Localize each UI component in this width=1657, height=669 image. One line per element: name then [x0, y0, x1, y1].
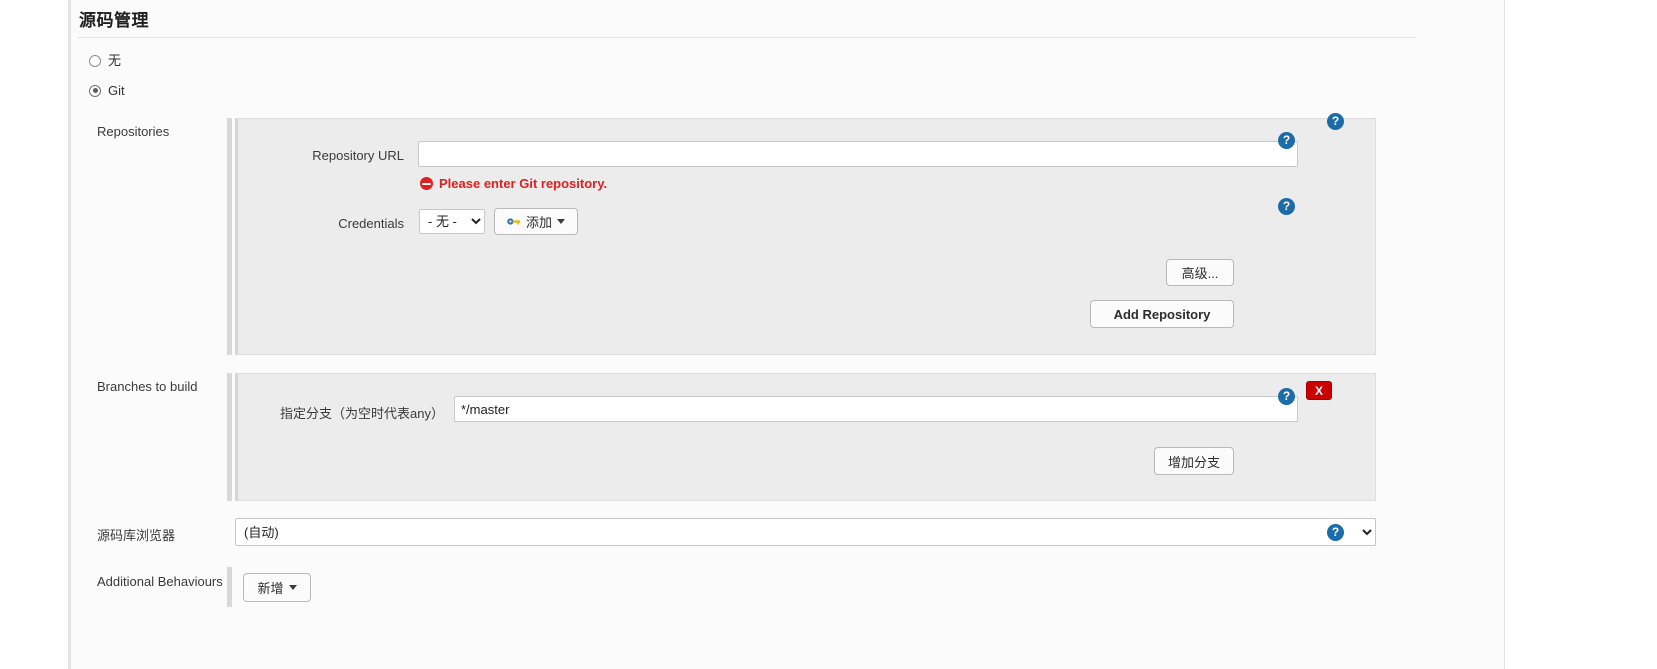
- add-behaviour-button[interactable]: 新增: [243, 573, 311, 602]
- chevron-down-icon: [288, 585, 297, 590]
- repositories-help-icon[interactable]: ?: [1327, 113, 1344, 130]
- scm-option-none[interactable]: 无: [89, 54, 121, 67]
- repository-url-help-icon[interactable]: ?: [1278, 132, 1295, 149]
- error-circle-icon: [420, 177, 433, 190]
- right-blank-area: [1506, 0, 1657, 669]
- credentials-select[interactable]: - 无 -: [419, 209, 485, 234]
- scm-configuration-page: 源码管理 无 Git Repositories Repository URL P…: [0, 0, 1657, 669]
- title-divider: [78, 37, 1416, 38]
- branches-group-tick: [227, 373, 232, 501]
- credentials-label: Credentials: [338, 216, 404, 231]
- page-title: 源码管理: [79, 11, 149, 30]
- add-credentials-button[interactable]: 添加: [494, 208, 579, 235]
- repository-url-error-text: Please enter Git repository.: [439, 176, 608, 191]
- radio-git[interactable]: [89, 84, 101, 97]
- repository-browser-label: 源码库浏览器: [97, 528, 176, 543]
- left-gutter: [0, 0, 68, 669]
- key-icon: [507, 218, 521, 225]
- repositories-box: Repository URL Please enter Git reposito…: [235, 118, 1376, 355]
- repository-browser-help-icon[interactable]: ?: [1327, 524, 1344, 541]
- repository-url-input[interactable]: [418, 141, 1298, 167]
- branch-spec-label: 指定分支（为空时代表any）: [280, 406, 444, 421]
- branches-label: Branches to build: [97, 379, 198, 394]
- additional-behaviours-label: Additional Behaviours: [97, 574, 223, 589]
- repository-url-error: Please enter Git repository.: [420, 176, 607, 191]
- delete-branch-button[interactable]: X: [1306, 381, 1332, 400]
- add-behaviour-label: 新增: [257, 581, 284, 596]
- branch-spec-help-icon[interactable]: ?: [1278, 388, 1295, 405]
- repositories-label: Repositories: [97, 124, 170, 139]
- section-header: 源码管理: [76, 4, 1416, 38]
- chevron-down-icon: [557, 219, 566, 224]
- scm-form-panel: 源码管理 无 Git Repositories Repository URL P…: [70, 0, 1505, 669]
- repositories-group-tick: [227, 118, 232, 355]
- repository-url-label: Repository URL: [312, 148, 404, 163]
- additional-behaviours-group-tick: [227, 567, 232, 607]
- advanced-button[interactable]: 高级...: [1166, 259, 1234, 286]
- branches-box: 指定分支（为空时代表any） 增加分支: [235, 373, 1376, 501]
- radio-none[interactable]: [89, 54, 101, 67]
- scm-option-git-label: Git: [108, 83, 125, 98]
- add-repository-button[interactable]: Add Repository: [1090, 300, 1234, 328]
- repository-browser-select[interactable]: (自动): [235, 518, 1376, 546]
- scm-option-none-label: 无: [108, 53, 122, 68]
- credentials-help-icon[interactable]: ?: [1278, 198, 1295, 215]
- scm-option-git[interactable]: Git: [89, 84, 125, 97]
- add-credentials-label: 添加: [526, 215, 553, 230]
- branch-spec-input[interactable]: [454, 396, 1298, 422]
- add-branch-button[interactable]: 增加分支: [1154, 447, 1234, 475]
